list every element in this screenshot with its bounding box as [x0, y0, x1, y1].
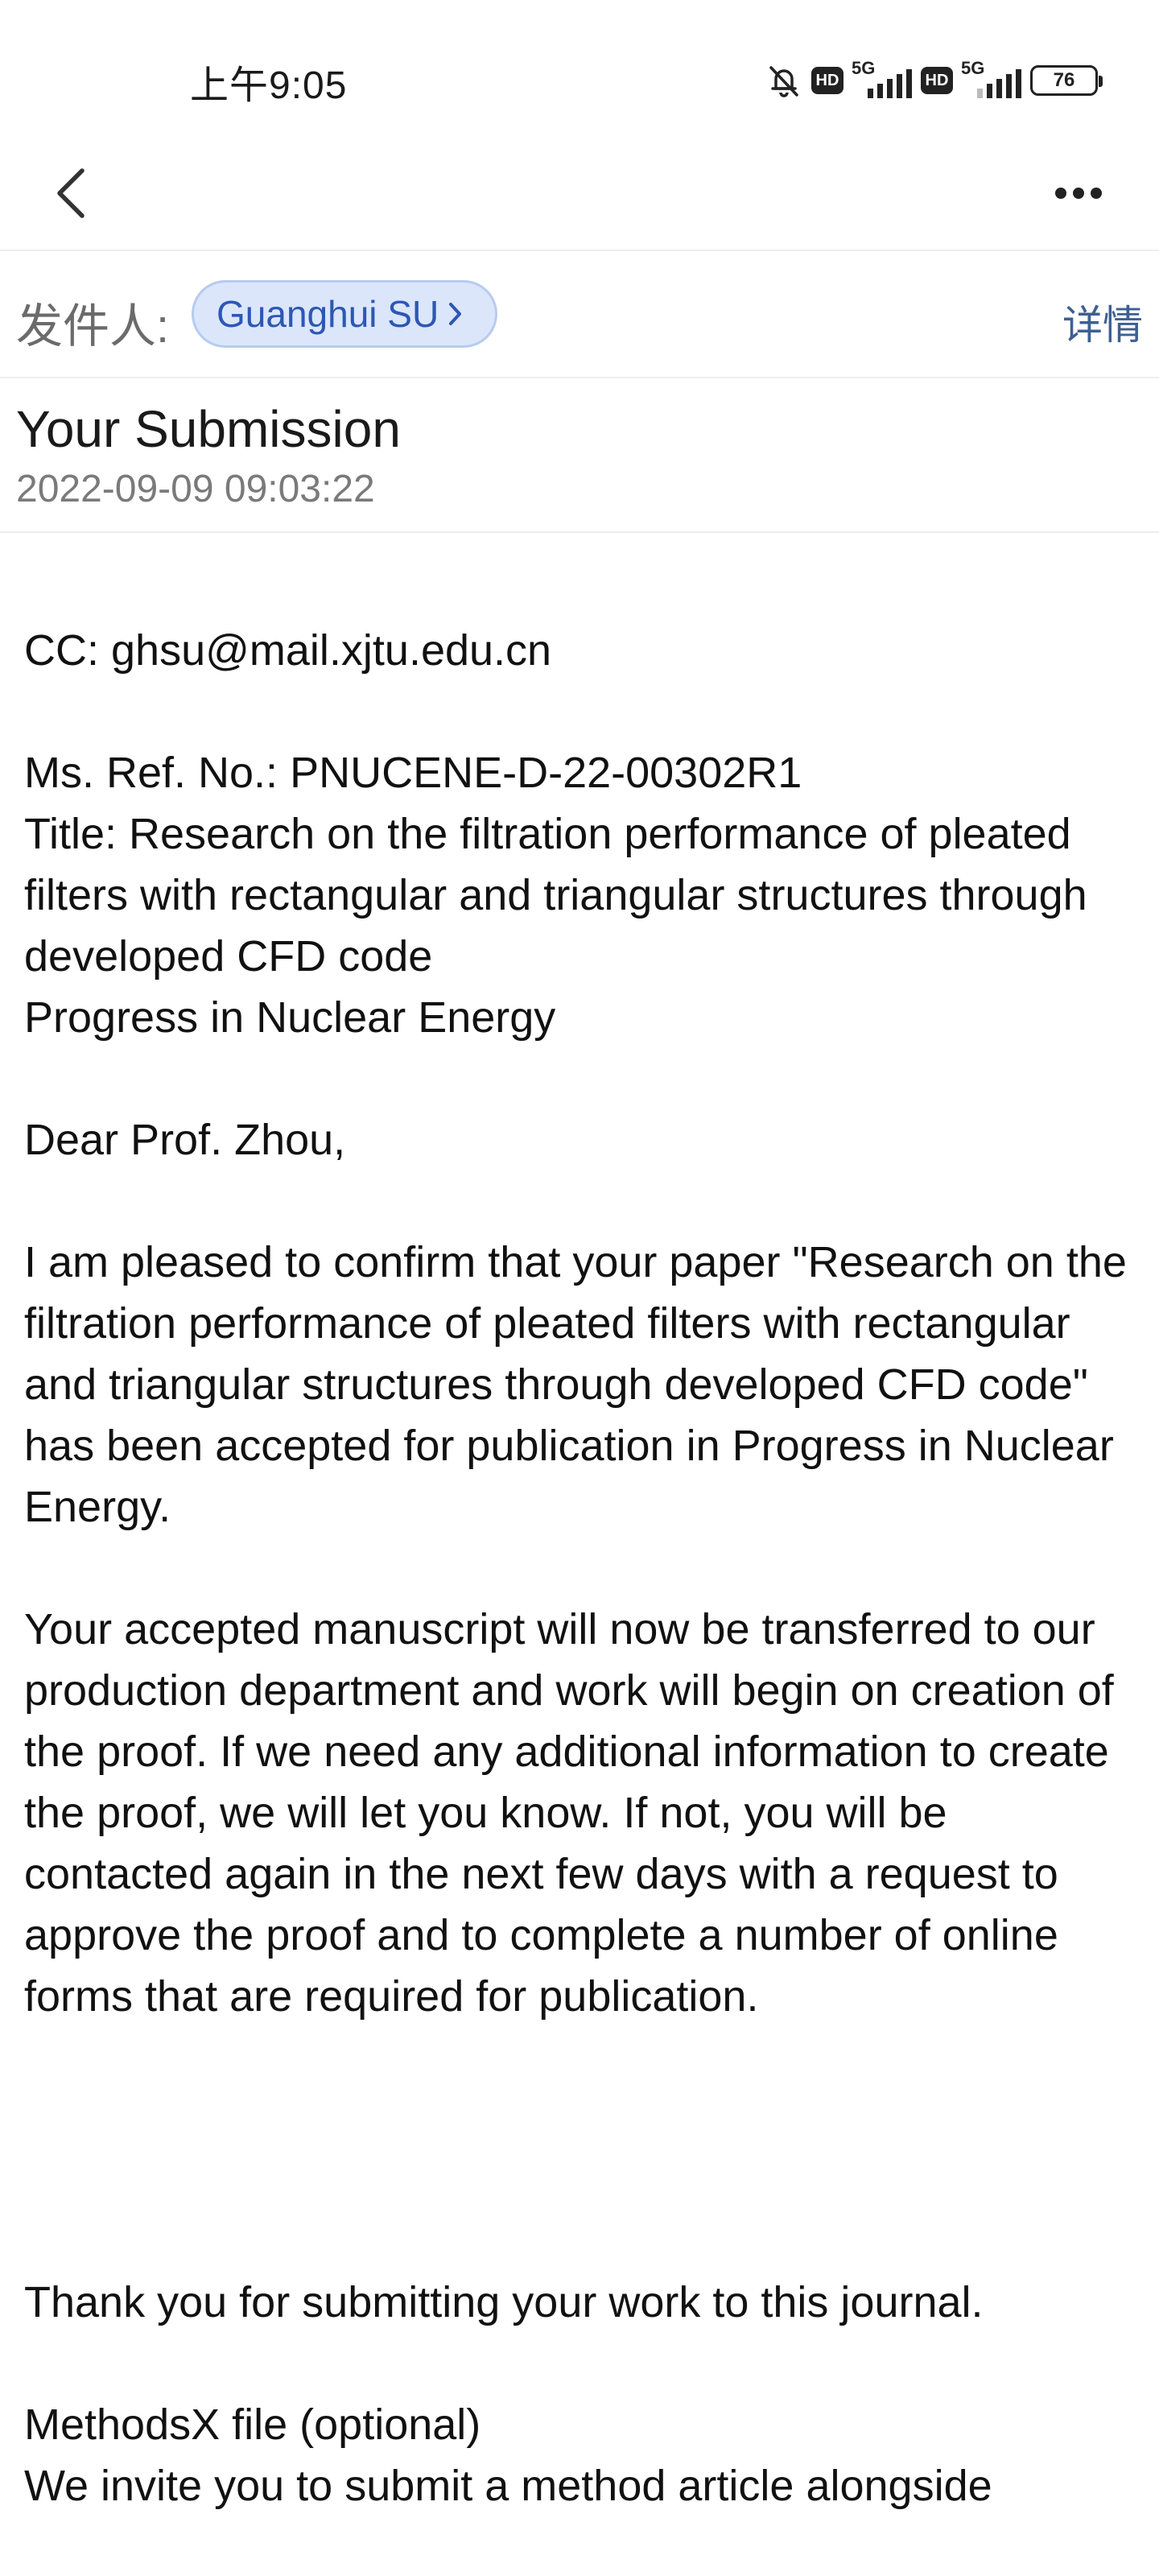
subject-area: Your Submission 2022-09-09 09:03:22 — [0, 378, 1159, 531]
top-nav — [0, 137, 1159, 250]
cc-line: CC: ghsu@mail.xjtu.edu.cn — [24, 626, 552, 675]
status-icons: HD 5G HD 5G 76 — [765, 55, 1103, 106]
details-link[interactable]: 详情 — [1062, 293, 1143, 351]
hd-badge: HD — [811, 67, 843, 94]
battery-level: 76 — [1053, 69, 1075, 91]
subject-datetime: 2022-09-09 09:03:22 — [16, 468, 375, 510]
greeting: Dear Prof. Zhou, — [24, 1116, 346, 1164]
production-paragraph: Your accepted manuscript will now be tra… — [24, 1605, 1114, 2021]
methodsx-paragraph: We invite you to submit a method article… — [24, 2462, 992, 2510]
more-options-button[interactable] — [1030, 153, 1127, 233]
more-horizontal-icon — [1055, 188, 1102, 199]
subject-title: Your Submission — [16, 400, 401, 458]
sender-name: Guanghui SU — [217, 293, 439, 335]
divider — [0, 531, 1159, 533]
methodsx-heading: MethodsX file (optional) — [24, 2401, 481, 2449]
chevron-right-icon — [449, 303, 462, 325]
acceptance-paragraph: I am pleased to confirm that your paper … — [24, 1238, 1127, 1531]
manuscript-reference: Ms. Ref. No.: PNUCENE-D-22-00302R1 Title… — [24, 749, 1087, 1042]
mail-body: CC: ghsu@mail.xjtu.edu.cn Ms. Ref. No.: … — [24, 620, 1143, 2516]
sender-row: 发件人: Guanghui SU 详情 — [0, 251, 1159, 377]
thanks-paragraph: Thank you for submitting your work to th… — [24, 2278, 984, 2326]
signal-icon-sim2: 5G — [961, 58, 1022, 103]
bell-muted-icon — [769, 66, 798, 97]
status-time: 上午9:05 — [190, 64, 348, 107]
sender-chip[interactable]: Guanghui SU — [192, 280, 498, 348]
hd-badge: HD — [921, 67, 953, 94]
battery-icon: 76 — [1030, 65, 1103, 96]
chevron-left-icon — [57, 168, 85, 218]
back-button[interactable] — [32, 153, 113, 233]
sender-label: 发件人: — [16, 300, 170, 353]
status-bar: 上午9:05 HD 5G HD 5G 76 — [0, 0, 1159, 137]
signal-icon-sim1: 5G — [852, 58, 913, 103]
